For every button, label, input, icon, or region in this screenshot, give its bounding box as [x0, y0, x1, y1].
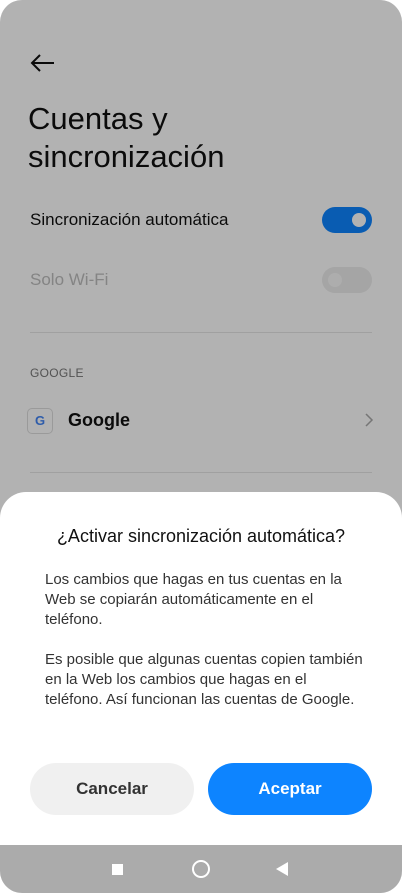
dialog-paragraph-1: Los cambios que hagas en tus cuentas en …	[45, 571, 342, 628]
dialog-paragraph-2: Es posible que algunas cuentas copien ta…	[45, 651, 363, 708]
sync-dialog: ¿Activar sincronización automática? Los …	[0, 492, 402, 893]
phone-screen: 10:00 100 Cuentas y sincronización Sincr…	[0, 0, 402, 893]
home-icon[interactable]	[192, 860, 210, 878]
back-triangle-icon[interactable]	[276, 862, 288, 876]
accept-button[interactable]: Aceptar	[208, 763, 372, 815]
cancel-button[interactable]: Cancelar	[30, 763, 194, 815]
dialog-title: ¿Activar sincronización automática?	[56, 526, 346, 546]
navigation-bar	[0, 845, 402, 893]
recents-icon[interactable]	[112, 864, 123, 875]
